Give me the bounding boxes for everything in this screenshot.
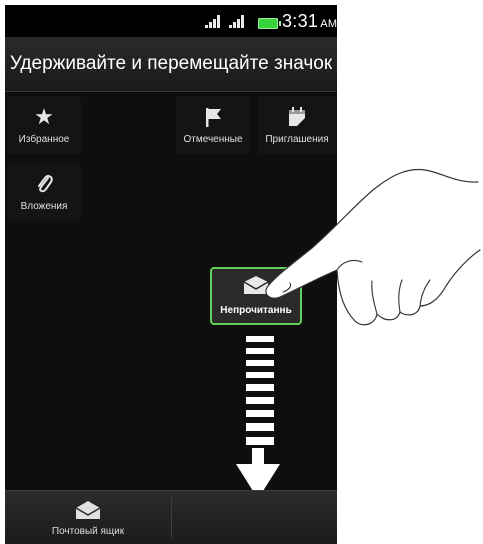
hand-pointer-icon (265, 168, 481, 326)
